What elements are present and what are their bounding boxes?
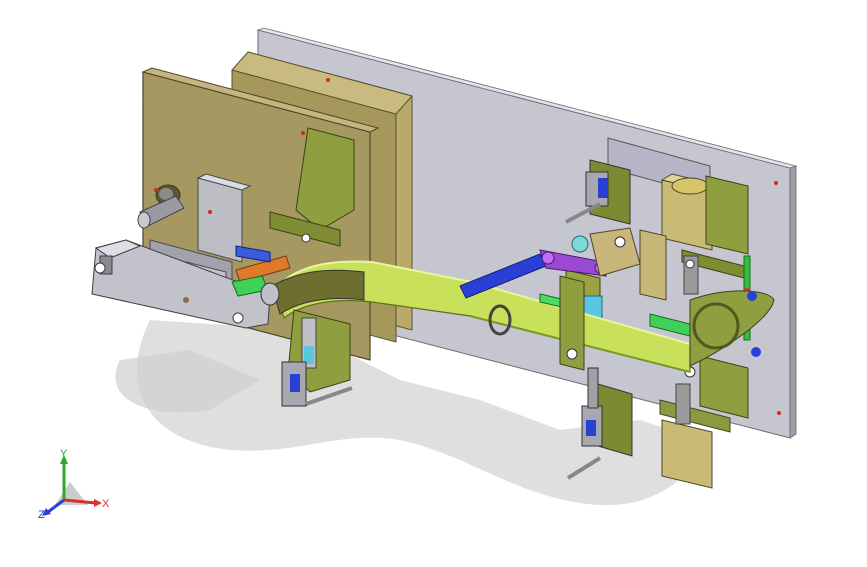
coordinate-triad: Y X Z [38,448,110,521]
y-axis-label: Y [60,448,68,460]
z-axis-label: Z [38,509,45,521]
x-axis-label: X [102,498,110,510]
center-vertical-link[interactable] [559,275,585,371]
cad-viewport[interactable]: Y X Z [0,0,867,562]
z-axis-arrow [47,498,65,514]
